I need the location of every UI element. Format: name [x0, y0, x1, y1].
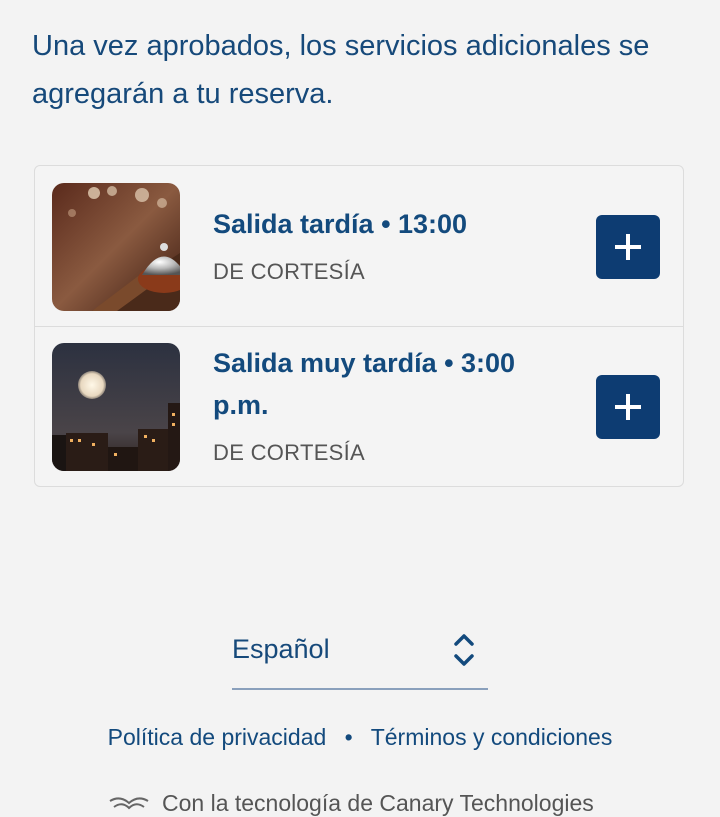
terms-link[interactable]: Términos y condiciones — [371, 724, 613, 750]
service-subtitle: DE CORTESÍA — [213, 440, 366, 465]
service-image-moon — [52, 343, 180, 471]
footer-separator: • — [344, 724, 353, 750]
add-service-button[interactable] — [596, 375, 660, 439]
service-subtitle: DE CORTESÍA — [213, 259, 366, 284]
language-select[interactable]: Español — [232, 624, 488, 690]
service-item-very-late-checkout: Salida muy tardía • 3:00 p.m. DE CORTESÍ… — [35, 326, 683, 486]
privacy-policy-link[interactable]: Política de privacidad — [108, 724, 327, 750]
service-title: Salida muy tardía • 3:00 p.m. — [213, 348, 516, 420]
service-image-bell — [52, 183, 180, 311]
service-item-late-checkout: Salida tardía • 13:00 DE CORTESÍA — [35, 166, 683, 327]
footer-links: Política de privacidad • Términos y cond… — [0, 724, 720, 751]
powered-by-text: Con la tecnología de Canary Technologies — [162, 790, 594, 816]
powered-by: Con la tecnología de Canary Technologies — [108, 790, 594, 817]
service-title: Salida tardía • 13:00 — [213, 209, 468, 239]
add-service-button[interactable] — [596, 215, 660, 279]
intro-text: Una vez aprobados, los servicios adicion… — [32, 30, 650, 110]
language-selected: Español — [232, 634, 330, 664]
canary-logo-icon — [109, 797, 149, 810]
services-list: Salida tardía • 13:00 DE CORTESÍA Salida… — [34, 165, 684, 487]
chevron-up-down-icon — [454, 634, 474, 666]
